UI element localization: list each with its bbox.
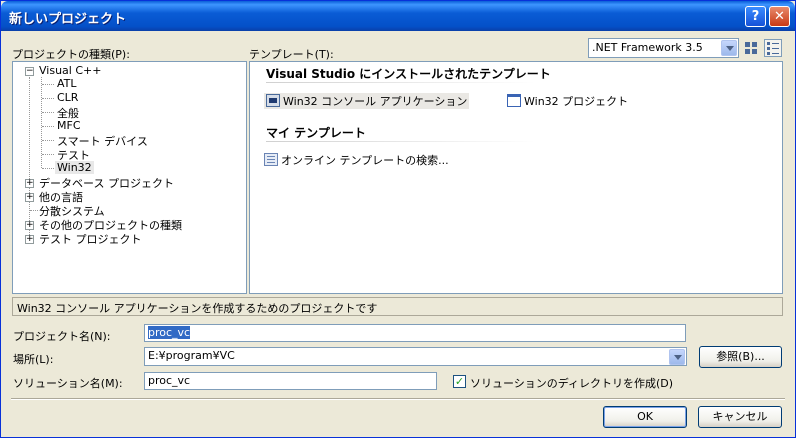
template-online-search[interactable]: オンライン テンプレートの検索... <box>264 152 449 168</box>
tree-item-atl[interactable]: ATL <box>57 77 77 90</box>
tree-branch <box>42 98 54 99</box>
location-value: E:¥program¥VC <box>148 349 235 362</box>
large-icons-view-button[interactable] <box>742 39 760 57</box>
tree-branch <box>42 154 54 155</box>
project-name-input[interactable]: proc_vc <box>144 324 686 342</box>
location-label: 場所(L): <box>13 353 54 366</box>
location-dropdown-arrow[interactable] <box>669 349 685 365</box>
templates-pane[interactable]: Visual Studio にインストールされたテンプレート Win32 コンソ… <box>249 61 783 294</box>
tree-branch <box>42 112 54 113</box>
tree-item-mfc[interactable]: MFC <box>57 119 81 132</box>
installed-templates-header: Visual Studio にインストールされたテンプレート <box>266 67 551 81</box>
tree-branch <box>42 126 54 127</box>
ok-button[interactable]: OK <box>603 406 687 428</box>
footer-divider <box>11 398 785 400</box>
window-title: 新しいプロジェクト <box>9 12 127 27</box>
tree-item-visual-cpp[interactable]: Visual C++ <box>39 64 101 77</box>
create-directory-checkbox[interactable]: ✓ <box>453 375 466 388</box>
large-icons-icon <box>745 42 757 54</box>
cancel-button[interactable]: キャンセル <box>698 406 782 428</box>
win32-project-icon <box>507 94 521 107</box>
tree-collapse-icon[interactable]: − <box>25 67 34 76</box>
title-bar[interactable]: 新しいプロジェクト ? ✕ <box>1 1 795 31</box>
tree-item-test-project[interactable]: テスト プロジェクト <box>39 231 142 247</box>
framework-value: .NET Framework 3.5 <box>592 41 703 54</box>
close-button[interactable]: ✕ <box>769 6 790 27</box>
tree-branch <box>42 168 54 169</box>
tree-item-win32[interactable]: Win32 <box>55 161 94 174</box>
tree-item-clr[interactable]: CLR <box>57 91 78 104</box>
tree-branch <box>42 140 54 141</box>
tree-expand-icon[interactable]: + <box>25 179 34 188</box>
console-app-icon <box>266 94 280 107</box>
templates-label: テンプレート(T): <box>249 48 334 61</box>
section-divider <box>266 82 536 83</box>
section-divider <box>266 141 536 142</box>
browse-button[interactable]: 参照(B)... <box>699 346 782 368</box>
template-win32-console[interactable]: Win32 コンソール アプリケーション <box>264 93 470 109</box>
tree-branch <box>42 84 54 85</box>
framework-dropdown-arrow[interactable] <box>721 40 737 56</box>
solution-name-label: ソリューション名(M): <box>13 377 123 390</box>
tree-expand-icon[interactable]: + <box>25 193 34 202</box>
solution-name-value: proc_vc <box>148 374 191 387</box>
tree-guide-line <box>29 77 30 239</box>
template-label: Win32 コンソール アプリケーション <box>283 95 468 108</box>
small-icons-view-button[interactable] <box>764 39 782 57</box>
tree-expand-icon[interactable]: + <box>25 235 34 244</box>
solution-name-input[interactable]: proc_vc <box>144 372 437 390</box>
framework-select[interactable]: .NET Framework 3.5 <box>588 38 739 58</box>
new-project-dialog: 新しいプロジェクト ? ✕ プロジェクトの種類(P): テンプレート(T): .… <box>0 0 796 438</box>
template-label: Win32 プロジェクト <box>524 95 629 108</box>
tree-expand-icon[interactable]: + <box>25 221 34 230</box>
template-label: オンライン テンプレートの検索... <box>281 154 449 167</box>
small-icons-icon <box>767 42 779 55</box>
tree-branch <box>30 210 38 211</box>
project-types-tree[interactable]: − Visual C++ ATL CLR 全般 MFC スマート デバイス テス… <box>12 61 247 294</box>
create-directory-label[interactable]: ソリューションのディレクトリを作成(D) <box>470 375 673 391</box>
project-name-value: proc_vc <box>148 326 191 339</box>
help-button[interactable]: ? <box>745 6 766 27</box>
location-input[interactable]: E:¥program¥VC <box>144 347 687 366</box>
my-templates-header: マイ テンプレート <box>266 126 366 140</box>
template-description: Win32 コンソール アプリケーションを作成するためのプロジェクトです <box>12 297 783 316</box>
project-name-label: プロジェクト名(N): <box>13 330 111 343</box>
template-win32-project[interactable]: Win32 プロジェクト <box>507 93 628 109</box>
project-types-label: プロジェクトの種類(P): <box>12 48 130 61</box>
online-search-icon <box>264 153 278 166</box>
